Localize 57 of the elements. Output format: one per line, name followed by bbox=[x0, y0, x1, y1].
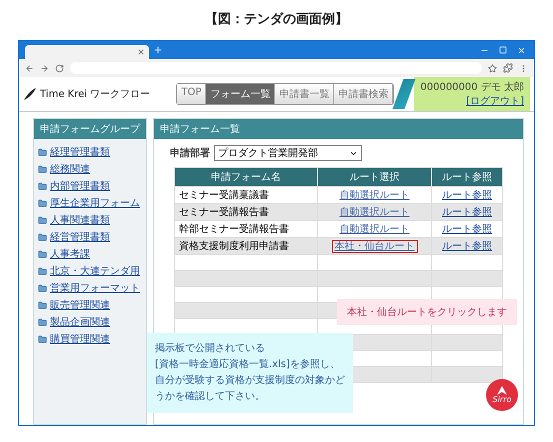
column-header: 申請フォーム名 bbox=[174, 168, 318, 186]
folder-icon bbox=[38, 182, 47, 190]
nav-tab[interactable]: フォーム一覧 bbox=[206, 84, 276, 104]
table-cell: セミナー受講稟議書 bbox=[174, 186, 318, 204]
logo-badge[interactable]: Sirro bbox=[486, 379, 518, 411]
sidebar-item[interactable]: 営業用フォーマット bbox=[50, 281, 140, 295]
forward-icon[interactable] bbox=[40, 64, 49, 72]
header-decoration bbox=[392, 79, 416, 109]
folder-icon bbox=[38, 198, 47, 208]
maximize-icon[interactable] bbox=[499, 46, 507, 54]
nav-tab[interactable]: 申請書検索 bbox=[334, 84, 394, 104]
table-cell: セミナー受講報告書 bbox=[174, 204, 318, 220]
nav-tab[interactable]: TOP bbox=[177, 84, 206, 104]
extension-icon[interactable] bbox=[503, 63, 513, 73]
sidebar-item[interactable]: 人事関連書類 bbox=[50, 213, 110, 227]
folder-icon bbox=[38, 300, 47, 310]
sidebar-item[interactable]: 総務関連 bbox=[50, 162, 90, 176]
column-header: ルート参照 bbox=[432, 168, 502, 186]
table-cell: 資格支援制度利用申請書 bbox=[174, 238, 318, 254]
folder-icon bbox=[38, 148, 47, 156]
new-tab-icon[interactable] bbox=[153, 45, 163, 55]
department-select[interactable]: プロダクト営業開発部 bbox=[214, 145, 362, 161]
nav-tab[interactable]: 申請書一覧 bbox=[275, 84, 334, 104]
folder-icon bbox=[38, 318, 47, 326]
folder-icon bbox=[38, 284, 47, 292]
reload-icon[interactable] bbox=[55, 64, 64, 72]
folder-icon bbox=[38, 266, 47, 276]
sidebar-item[interactable]: 製品企画関連 bbox=[50, 315, 110, 329]
folder-icon bbox=[38, 334, 47, 344]
tooltip-callout: 本社・仙台ルートをクリックします bbox=[337, 299, 517, 325]
folder-icon bbox=[38, 216, 47, 224]
note-callout: 掲示板で公開されている [資格一時金適応資格一覧.xls]を参照し、 自分が受験する資格が支援制度の対象かど うかを確認して下さい。 bbox=[147, 333, 353, 413]
sidebar-item[interactable]: 経理管理書類 bbox=[50, 145, 110, 159]
department-label: 申請部署 bbox=[170, 146, 210, 160]
sidebar-item[interactable]: 販売管理関連 bbox=[50, 298, 110, 312]
feather-logo-icon bbox=[23, 87, 37, 101]
logout-link[interactable]: [ログアウト] bbox=[466, 94, 524, 108]
sidebar-item[interactable]: 厚生企業用フォーム bbox=[50, 196, 140, 210]
sidebar-item[interactable]: 北京・大連テンダ用 bbox=[50, 264, 140, 278]
sidebar-item[interactable]: 購買管理関連 bbox=[50, 332, 110, 346]
folder-icon bbox=[38, 164, 47, 174]
column-header: ルート選択 bbox=[317, 168, 432, 186]
sidebar-item[interactable]: 人事考課 bbox=[50, 247, 90, 261]
route-link[interactable]: 本社・仙台ルート bbox=[332, 240, 418, 253]
folder-icon bbox=[38, 232, 47, 242]
logo-text: Time Krei ワークフロー bbox=[40, 88, 150, 101]
sidebar-item[interactable]: 内部管理書類 bbox=[50, 179, 110, 193]
user-name: 000000000 デモ 太郎 bbox=[420, 80, 524, 94]
figure-caption: 【図：テンダの画面例】 bbox=[205, 11, 348, 28]
folder-icon bbox=[38, 250, 47, 258]
sidebar-title: 申請フォームグループ bbox=[34, 119, 146, 139]
panel-title: 申請フォーム一覧 bbox=[154, 119, 523, 139]
close-icon[interactable] bbox=[137, 48, 145, 56]
table-cell: 幹部セミナー受講報告書 bbox=[174, 220, 318, 238]
sidebar-item[interactable]: 経営管理書類 bbox=[50, 230, 110, 244]
back-icon[interactable] bbox=[25, 64, 34, 72]
star-icon[interactable] bbox=[488, 64, 497, 72]
